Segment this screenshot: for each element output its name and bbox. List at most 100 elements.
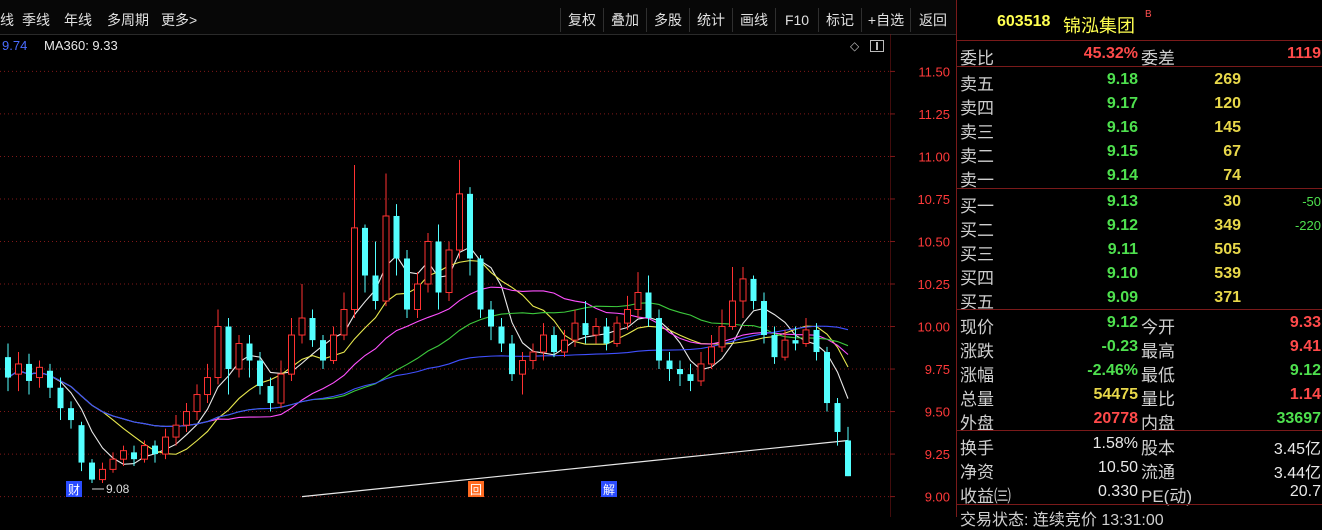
sell-level-row[interactable]: 卖五 9.18 269 (957, 68, 1322, 94)
candle-down[interactable] (152, 440, 158, 463)
candle-up[interactable] (340, 292, 348, 341)
candle-down[interactable] (509, 335, 515, 381)
candle-up[interactable] (529, 343, 537, 370)
candle-up[interactable] (718, 309, 726, 353)
candle-up[interactable] (36, 360, 43, 388)
candle-down[interactable] (362, 224, 368, 293)
candle-up[interactable] (414, 272, 421, 319)
tab-season[interactable]: 季线 (22, 10, 50, 30)
sell-level-row[interactable]: 卖三 9.16 145 (957, 116, 1322, 142)
candle-down[interactable] (5, 343, 11, 392)
mark-button[interactable]: 标记 (818, 8, 861, 32)
candle-up[interactable] (214, 309, 222, 385)
candle-down[interactable] (551, 326, 557, 358)
candle-up[interactable] (697, 352, 705, 387)
statistics-button[interactable]: 统计 (689, 8, 732, 32)
candle-down[interactable] (372, 241, 379, 310)
candle-down[interactable] (267, 377, 274, 412)
overlay-button[interactable]: 叠加 (603, 8, 646, 32)
candle-down[interactable] (246, 335, 253, 378)
candle-up[interactable] (277, 360, 285, 409)
candle-down[interactable] (225, 318, 232, 395)
candle-down[interactable] (467, 187, 473, 276)
candle-down[interactable] (89, 459, 95, 483)
buy-level-row[interactable]: 买一 9.13 30 -50 (957, 190, 1322, 216)
candle-down[interactable] (687, 363, 694, 392)
candle-up[interactable] (445, 241, 453, 302)
candle-up[interactable] (456, 159, 463, 259)
candle-down[interactable] (845, 426, 851, 477)
candle-up[interactable] (235, 335, 243, 378)
candle-down[interactable] (666, 352, 673, 381)
buy-level-row[interactable]: 买三 9.11 505 (957, 238, 1322, 264)
candle-down[interactable] (26, 353, 32, 395)
tab-multi-period[interactable]: 多周期 (107, 10, 149, 30)
candle-down[interactable] (761, 292, 767, 344)
candle-up[interactable] (519, 352, 526, 395)
back-button[interactable]: 返回 (910, 8, 955, 32)
candle-down[interactable] (603, 318, 610, 351)
candle-down[interactable] (824, 346, 830, 412)
candle-up[interactable] (172, 414, 180, 446)
candle-up[interactable] (561, 329, 568, 358)
restore-rights-button[interactable]: 复权 (560, 8, 603, 32)
candle-up[interactable] (613, 316, 621, 347)
candle-down[interactable] (435, 224, 442, 310)
candle-down[interactable] (257, 352, 263, 395)
candle-down[interactable] (309, 309, 316, 347)
sell-level-row[interactable]: 卖一 9.14 74 (957, 164, 1322, 190)
candle-up[interactable] (540, 323, 547, 361)
buy-level-row[interactable]: 买四 9.10 539 (957, 262, 1322, 288)
candle-down[interactable] (78, 421, 85, 472)
event-marker[interactable]: 财 (66, 481, 82, 497)
candle-down[interactable] (131, 445, 137, 466)
buy-level-row[interactable]: 买五 9.09 371 (957, 286, 1322, 312)
candle-up[interactable] (424, 232, 432, 293)
candle-up[interactable] (183, 403, 190, 432)
candle-down[interactable] (320, 335, 326, 370)
candle-down[interactable] (477, 255, 484, 319)
candle-up[interactable] (351, 164, 358, 319)
tab-more[interactable]: 更多> (161, 10, 197, 30)
candle-up[interactable] (592, 318, 600, 344)
fundamental-value: 10.50 (1097, 459, 1138, 476)
candle-down[interactable] (488, 301, 494, 341)
multi-stock-button[interactable]: 多股 (646, 8, 689, 32)
candlestick-chart[interactable]: 9.08 财 回 解 (0, 34, 890, 517)
draw-line-button[interactable]: 画线 (732, 8, 775, 32)
candle-down[interactable] (393, 204, 400, 276)
axis-tick-label: 9.75 (925, 362, 950, 377)
candle-up[interactable] (634, 272, 642, 319)
candle-down[interactable] (498, 318, 505, 353)
buy-level-row[interactable]: 买二 9.12 349 -220 (957, 214, 1322, 240)
event-marker[interactable]: 解 (601, 481, 617, 497)
candle-up[interactable] (141, 440, 148, 463)
candle-up[interactable] (330, 326, 337, 364)
candle-up[interactable] (288, 318, 295, 381)
add-watchlist-button[interactable]: +自选 (861, 8, 910, 32)
sell-level-row[interactable]: 卖二 9.15 67 (957, 140, 1322, 166)
f10-button[interactable]: F10 (775, 8, 818, 32)
candle-up[interactable] (204, 363, 211, 404)
candle-down[interactable] (750, 275, 757, 310)
candle-up[interactable] (193, 384, 201, 421)
candle-up[interactable] (382, 173, 390, 307)
candle-up[interactable] (739, 266, 747, 319)
candle-up[interactable] (298, 284, 306, 344)
candle-up[interactable] (729, 266, 736, 330)
candle-up[interactable] (624, 295, 631, 330)
candle-down[interactable] (68, 401, 74, 429)
candle-up[interactable] (162, 428, 169, 460)
sell-level-row[interactable]: 卖四 9.17 120 (957, 92, 1322, 118)
candle-up[interactable] (802, 318, 810, 347)
candle-up[interactable] (15, 352, 22, 392)
candle-down[interactable] (404, 249, 410, 319)
event-marker[interactable]: 回 (468, 481, 484, 497)
candle-down[interactable] (834, 397, 841, 446)
candle-down[interactable] (656, 309, 662, 370)
candle-up[interactable] (99, 462, 106, 483)
candle-up[interactable] (708, 335, 715, 370)
tab-year[interactable]: 年线 (64, 10, 92, 30)
candle-down[interactable] (677, 360, 683, 387)
tab-period-partial[interactable]: 线 (0, 10, 14, 30)
